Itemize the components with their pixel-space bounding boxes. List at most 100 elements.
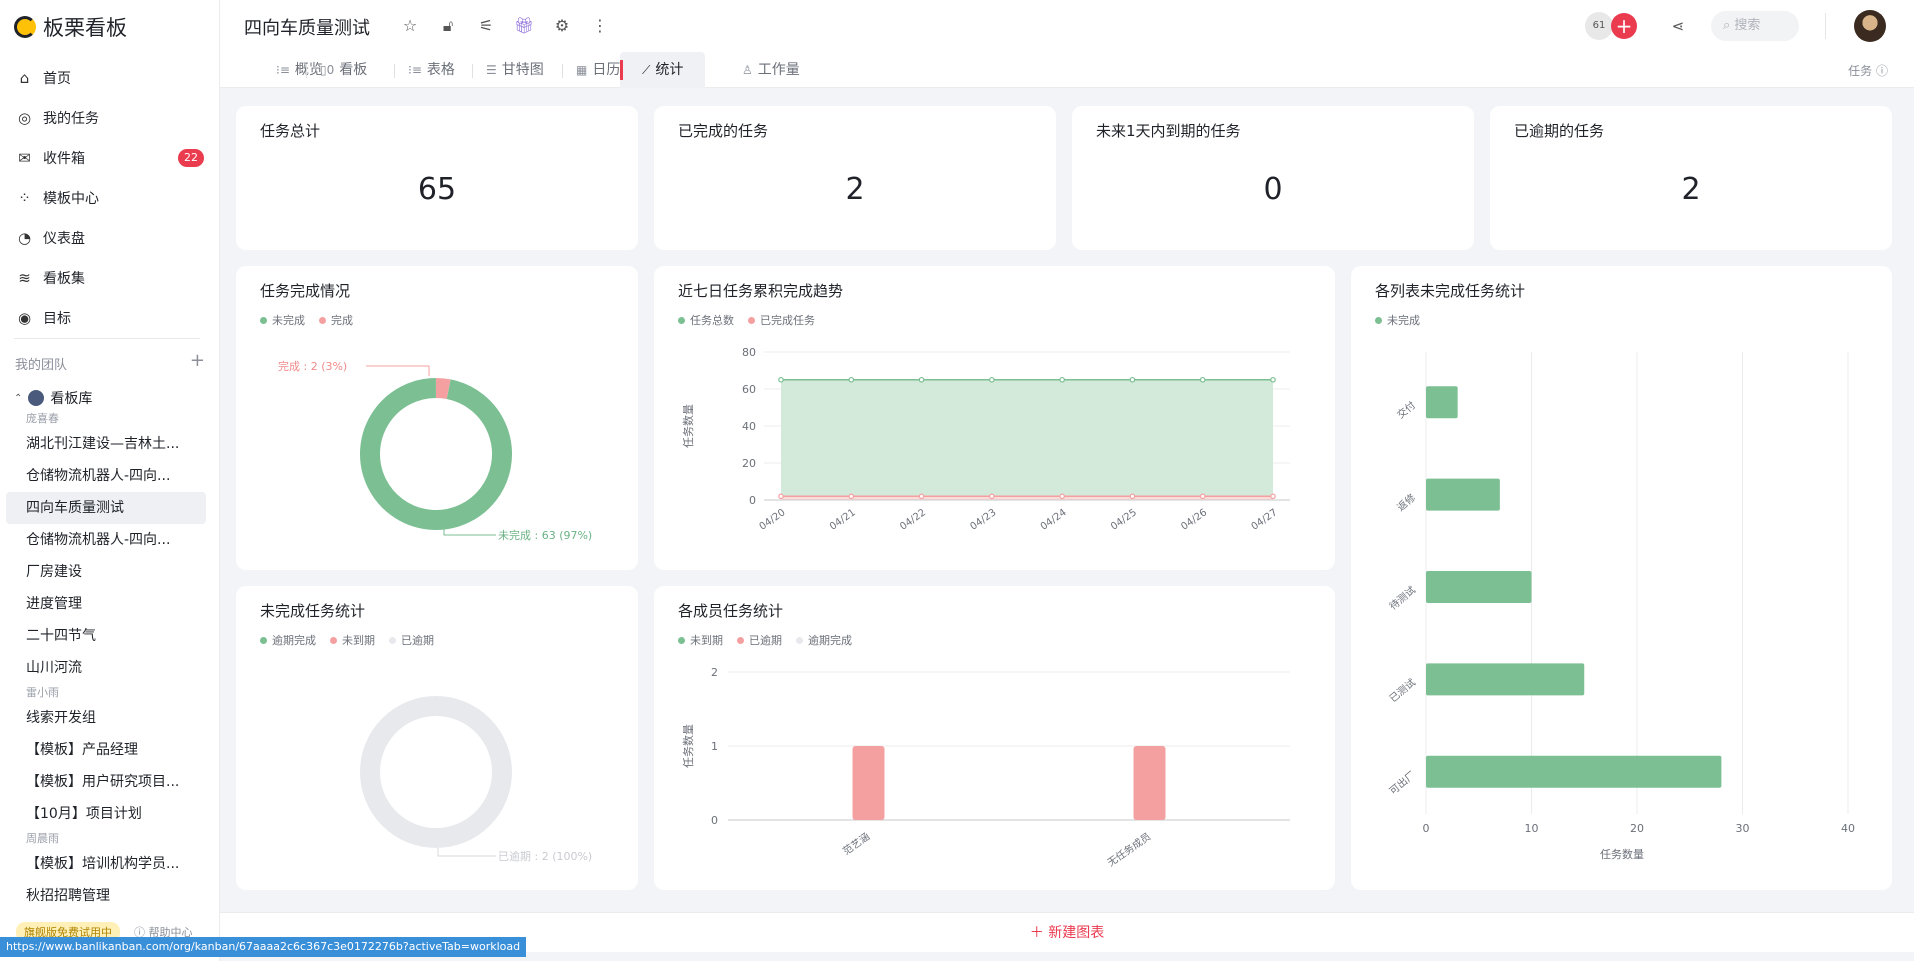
sidebar-item-label: 首页: [43, 71, 71, 87]
x-tick-label: 04/23: [968, 507, 998, 533]
sidebar-item-3[interactable]: ⁘ 模板中心: [0, 178, 220, 218]
board-item[interactable]: 四向车质量测试: [6, 492, 206, 524]
y-tick-label: 可出厂: [1387, 768, 1418, 797]
board-item[interactable]: 进度管理: [0, 588, 206, 620]
slice-label: 未完成 : 63 (97%): [498, 528, 592, 542]
stat-card[interactable]: 已完成的任务 2: [654, 106, 1056, 250]
status-url: https://www.banlikanban.com/org/kanban/6…: [0, 937, 527, 957]
x-tick-label: 04/27: [1250, 507, 1280, 533]
stat-value: 2: [845, 172, 865, 207]
more-icon[interactable]: ⋮: [590, 16, 610, 36]
board-item[interactable]: 【模板】产品经理: [0, 734, 206, 766]
sidebar-item-label: 收件箱: [43, 151, 85, 167]
tab-3[interactable]: ☰ 甘特图: [486, 52, 544, 88]
tab-0[interactable]: ⁝≡ 概览: [276, 52, 323, 88]
tab-4[interactable]: ▦ 日历: [576, 52, 620, 88]
add-member-button[interactable]: +: [1611, 13, 1637, 39]
sidebar-item-label: 仪表盘: [43, 231, 85, 247]
active-tab-marker: [620, 60, 623, 80]
board-item[interactable]: 【模板】用户研究项目...: [0, 766, 206, 798]
tab-2[interactable]: ⁝≡ 表格: [408, 52, 455, 88]
board-item[interactable]: 厂房建设: [0, 556, 206, 588]
board-item[interactable]: 【10月】项目计划: [0, 798, 206, 830]
sidebar-item-1[interactable]: ◎ 我的任务: [0, 98, 220, 138]
y-tick-label: 交付: [1394, 399, 1418, 422]
board-item[interactable]: 【模板】培训机构学员...: [0, 848, 206, 880]
logo-icon: [14, 16, 36, 38]
donut-chart: 完成 : 2 (3%) 未完成 : 63 (97%): [278, 359, 592, 542]
data-point: [1059, 376, 1065, 383]
y-axis-label: 任务数量: [682, 404, 695, 448]
gantt-icon: ☰: [486, 63, 497, 77]
workspace-label: 看板库: [50, 391, 93, 407]
stat-card[interactable]: 已逾期的任务 2: [1490, 106, 1892, 250]
y-tick-label: 0: [749, 494, 756, 507]
robot-icon[interactable]: ⚙: [552, 16, 572, 36]
board-tree: 庞喜春 湖北刊江建设—吉林土... 仓储物流机器人-四向... 四向车质量测试 仓储物流…: [0, 410, 220, 912]
workspace-avatar: [28, 390, 45, 406]
tab-label: 甘特图: [501, 62, 544, 78]
chart-card-lists: 各列表未完成任务统计 未完成 0 10 20 30 40 任务数量 交付 返修 待测试 已测试 可出…: [1351, 266, 1892, 890]
search-placeholder: 搜索: [1734, 18, 1761, 33]
board-item[interactable]: 仓储物流机器人-四向...: [0, 460, 206, 492]
tab-6[interactable]: ♙ 工作量: [742, 52, 800, 88]
share-icon[interactable]: ⋖: [1667, 15, 1689, 37]
tab-label: 工作量: [757, 62, 800, 78]
stat-title: 未来1天内到期的任务: [1096, 122, 1241, 140]
chart-card-completion: 任务完成情况 未完成 完成 完成 : 2 (3%) 未完成 : 63 (97%): [236, 266, 638, 570]
header-divider: [1825, 13, 1826, 39]
board-item[interactable]: 仓储物流机器人-四向...: [0, 524, 206, 556]
stat-card[interactable]: 任务总计 65: [236, 106, 638, 250]
y-tick-label: 返修: [1394, 491, 1418, 514]
tab-5[interactable]: ⟋ 统计: [620, 52, 706, 88]
stat-card[interactable]: 未来1天内到期的任务 0: [1072, 106, 1474, 250]
tree-group-label: 雷小雨: [26, 686, 59, 699]
layers-icon: ≋: [18, 268, 31, 287]
list-icon: ⁝≡: [276, 63, 290, 77]
sidebar-item-label: 我的任务: [43, 111, 99, 127]
x-tick-label: 40: [1841, 822, 1855, 835]
horizontal-bar-chart: 0 10 20 30 40 任务数量 交付返修待测试已测试可出厂: [1387, 352, 1855, 861]
board-item[interactable]: 二十四节气: [0, 620, 206, 652]
unread-badge: 22: [178, 149, 204, 167]
mail-icon: ✉: [18, 148, 31, 167]
app-logo[interactable]: 板栗看板: [14, 12, 127, 42]
donut-slice: [360, 378, 512, 530]
view-tabs: 任务 ⓘ ⁝≡ 概览 ▯0 看板 ⁝≡ 表格 ☰ 甘特图 ▦ 日历 ⟋ 统计 ♙ 工作量: [220, 52, 1914, 88]
tab-label: 看板: [339, 62, 368, 78]
tab-separator: [562, 64, 563, 78]
y-tick-label: 已测试: [1387, 676, 1418, 705]
user-avatar[interactable]: [1854, 10, 1886, 42]
lock-icon[interactable]: 🔓︎: [438, 16, 458, 36]
board-item[interactable]: 秋招招聘管理: [0, 880, 206, 912]
workspace-item[interactable]: ⌃ 看板库: [14, 388, 92, 408]
tab-right-label[interactable]: 任务 ⓘ: [1848, 62, 1888, 79]
bar: [1426, 571, 1532, 603]
sidebar-item-4[interactable]: ◔ 仪表盘: [0, 218, 220, 258]
donut-slice: [360, 696, 512, 848]
board-item[interactable]: 线索开发组: [0, 702, 206, 734]
settings-sliders-icon[interactable]: ⚟: [476, 16, 496, 36]
sidebar-item-0[interactable]: ⌂ 首页: [0, 58, 220, 98]
sidebar-divider: [14, 338, 200, 339]
sidebar-item-2[interactable]: ✉ 收件箱 22: [0, 138, 220, 178]
add-team-icon[interactable]: +: [190, 352, 205, 373]
donut-chart: 已逾期 : 2 (100%): [360, 696, 592, 863]
sidebar-item-label: 目标: [43, 311, 71, 327]
gift-icon[interactable]: 🎁︎: [514, 16, 534, 36]
target-icon: ◉: [17, 308, 32, 327]
board-item[interactable]: 山川河流: [0, 652, 206, 684]
data-point: [1129, 493, 1136, 500]
y-axis-label: 任务数量: [682, 724, 695, 768]
sidebar-item-6[interactable]: ◉ 目标: [0, 298, 220, 338]
tab-1[interactable]: ▯0 看板: [320, 52, 367, 88]
tab-label: 统计: [655, 62, 684, 78]
x-tick-label: 04/25: [1109, 507, 1139, 533]
star-icon[interactable]: ☆: [400, 16, 420, 36]
stats-icon: ⟋: [642, 63, 651, 77]
chevron-up-icon[interactable]: ⌃: [14, 393, 22, 404]
board-item[interactable]: 湖北刊江建设—吉林土...: [0, 428, 206, 460]
member-count[interactable]: 61: [1585, 12, 1613, 40]
search-input[interactable]: ⌕ 搜索: [1711, 11, 1799, 41]
sidebar-item-5[interactable]: ≋ 看板集: [0, 258, 220, 298]
